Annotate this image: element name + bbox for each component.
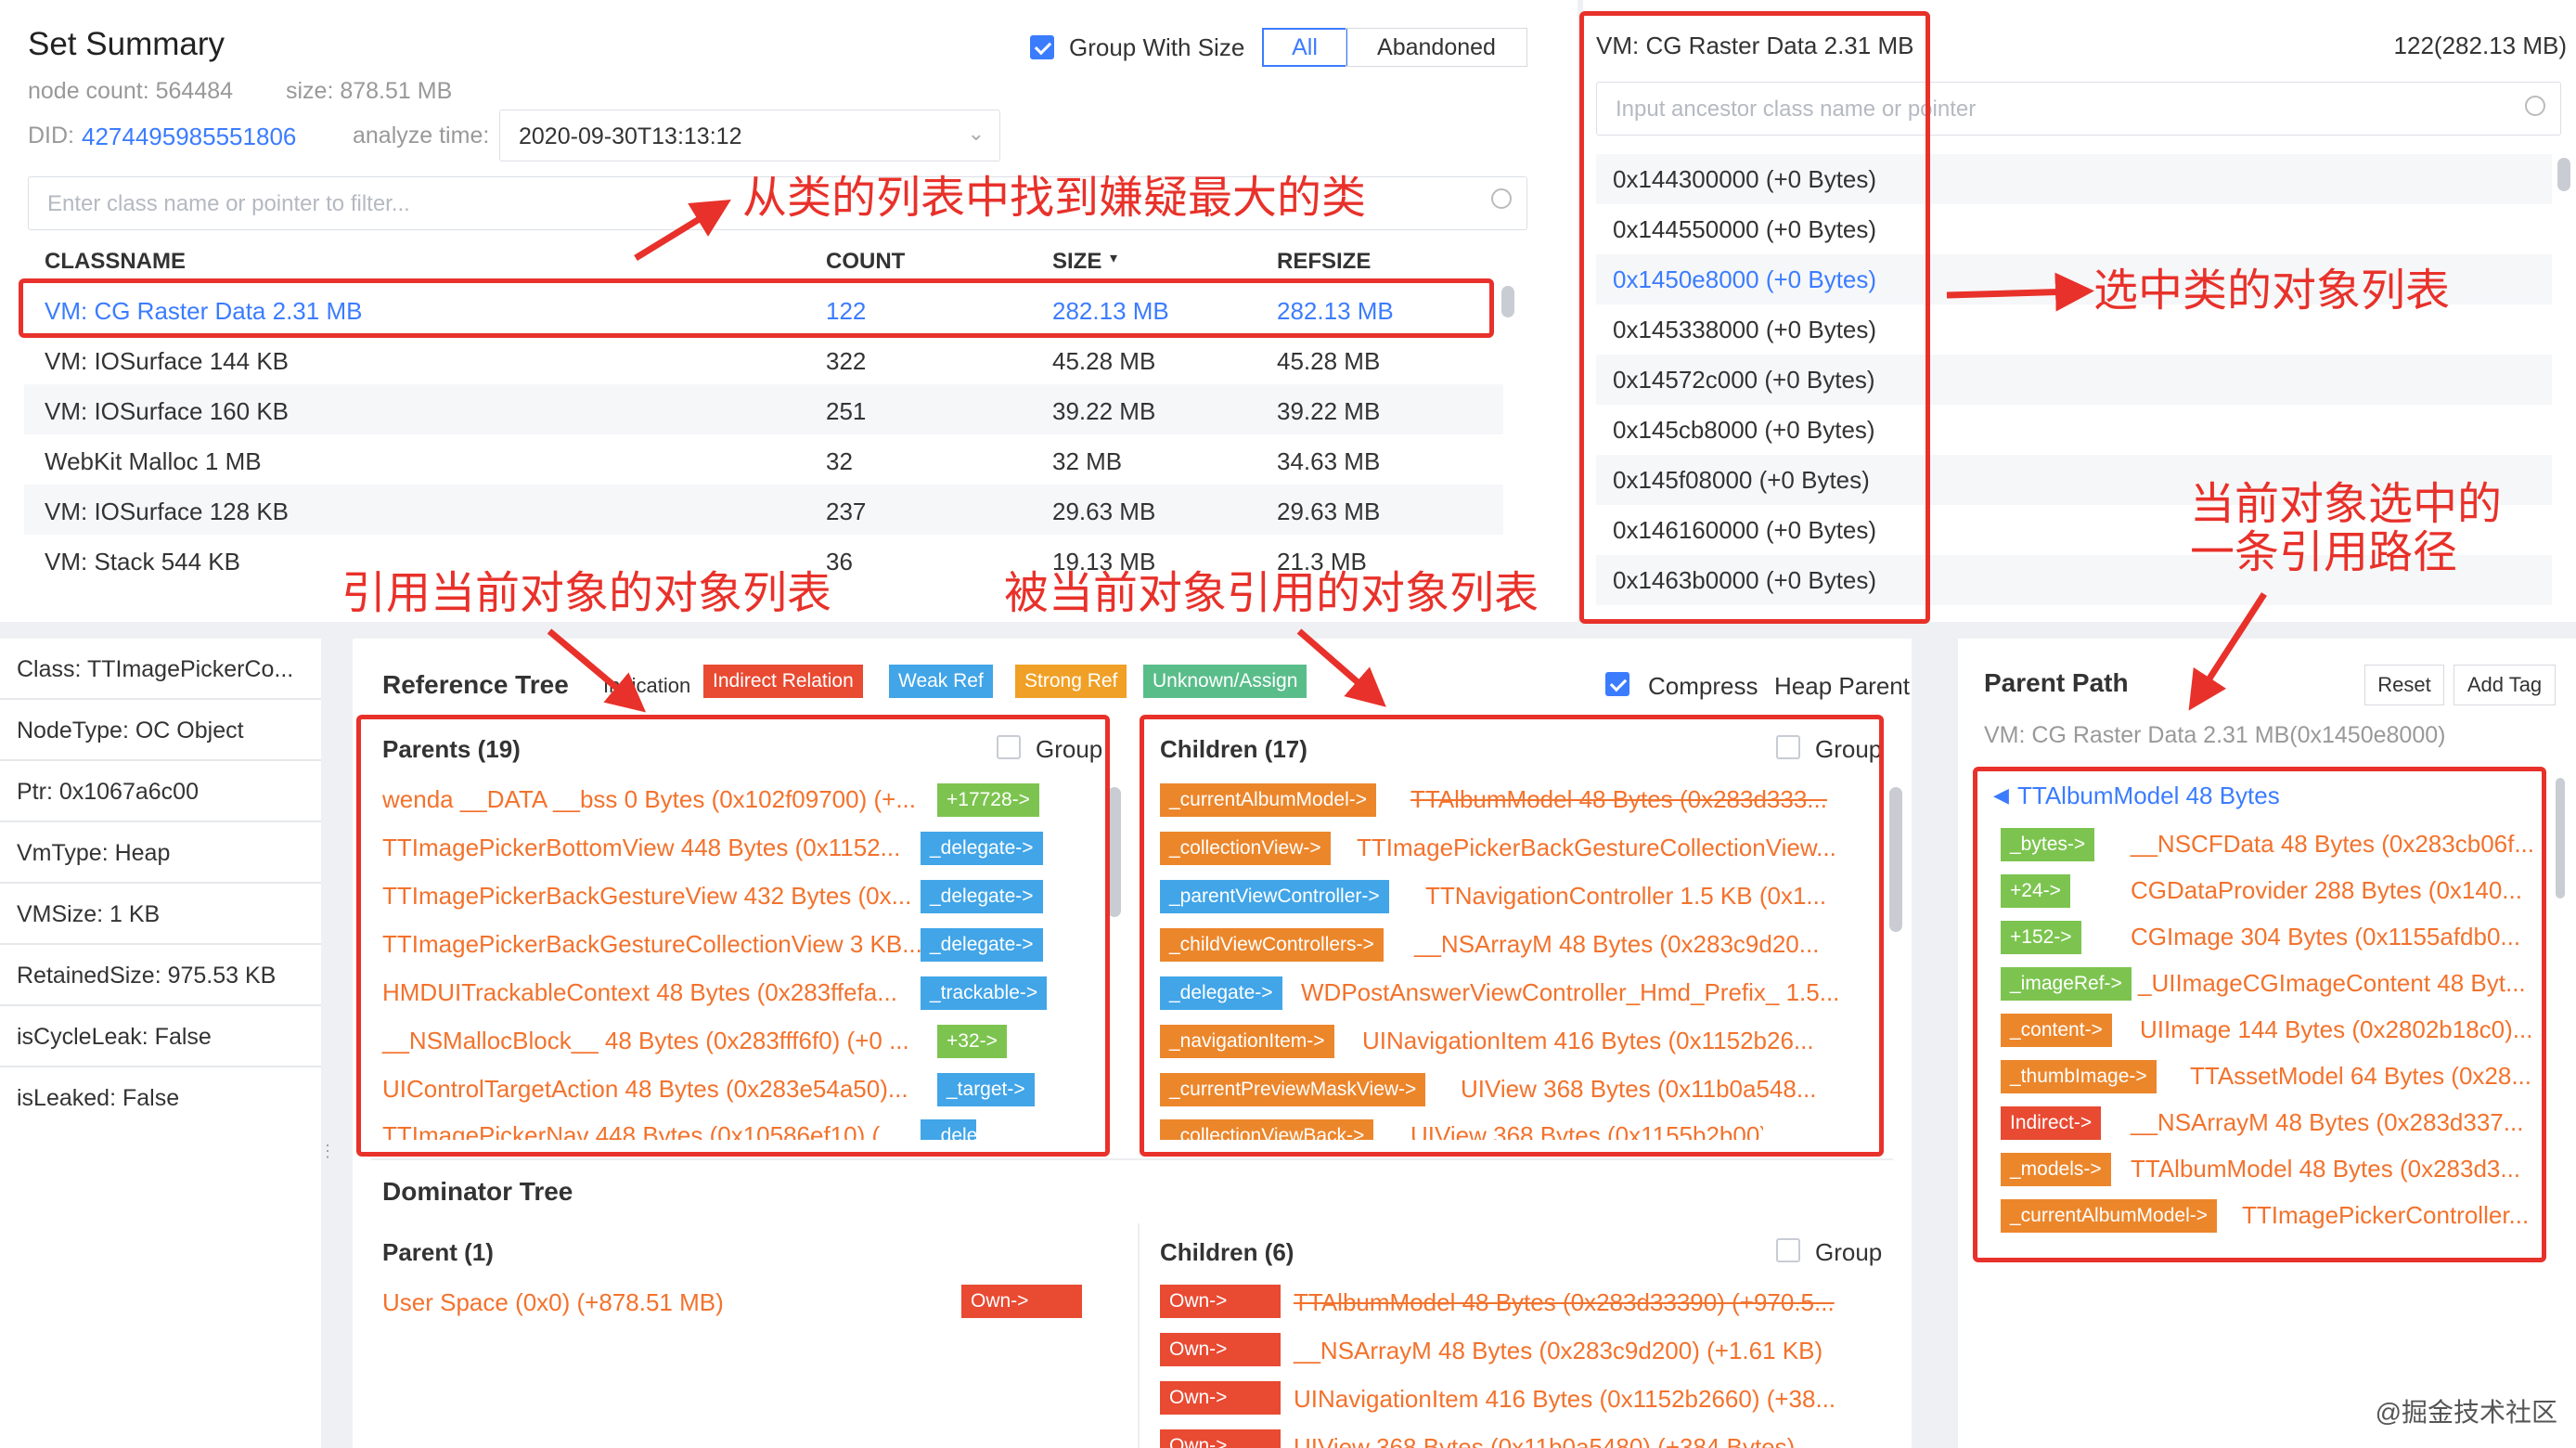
arrow-find-class	[634, 200, 731, 261]
arrow-referenced	[1296, 628, 1386, 707]
watermark: @掘金技术社区	[2375, 1398, 2557, 1427]
annotation-arrows	[547, 200, 2267, 713]
arrow-object-list	[1946, 272, 2094, 312]
arrow-parent-path	[2188, 592, 2267, 711]
arrow-referrers	[547, 628, 647, 713]
